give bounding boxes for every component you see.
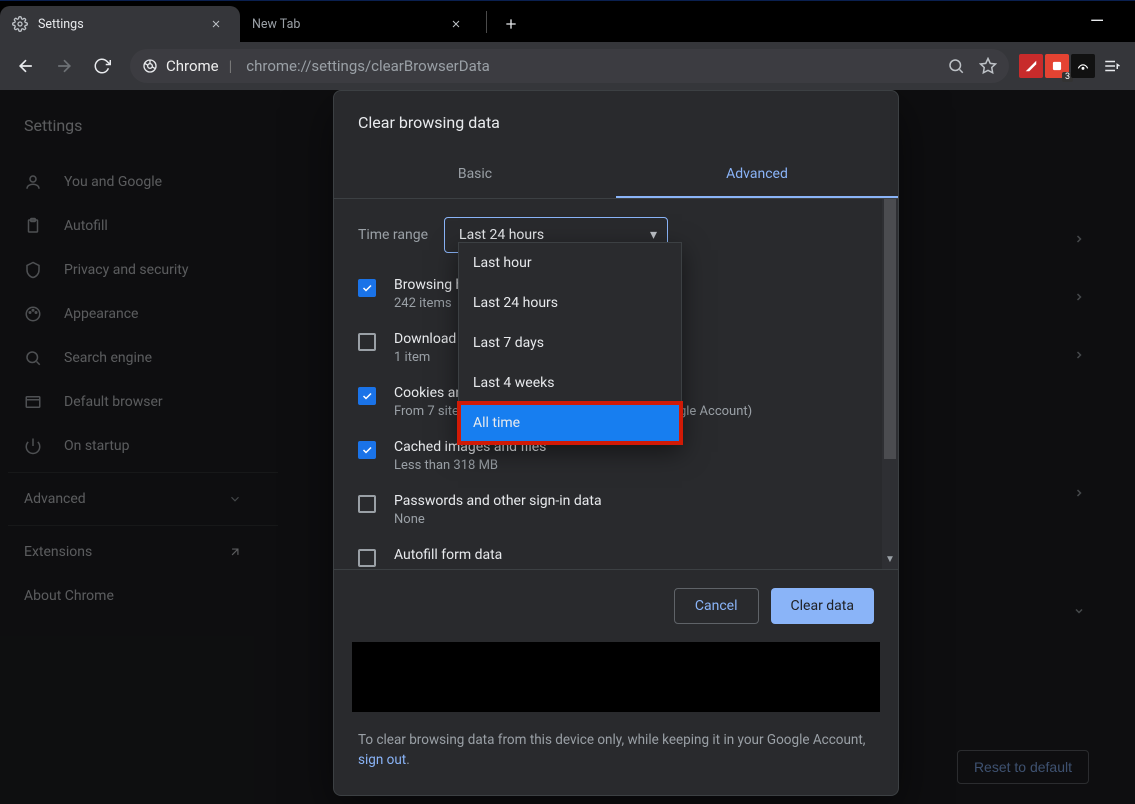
chevron-down-icon: ▾ <box>650 227 657 243</box>
tab-new-tab[interactable]: New Tab <box>240 6 480 42</box>
dropdown-option-highlighted[interactable]: All time <box>459 403 681 443</box>
dropdown-option[interactable]: Last hour <box>459 243 681 283</box>
dropdown-option[interactable]: Last 24 hours <box>459 283 681 323</box>
page: Settings You and Google Autofill Privacy… <box>0 90 1135 804</box>
close-icon[interactable] <box>448 16 464 32</box>
dialog-footer: Cancel Clear data To clear browsing data… <box>334 569 898 795</box>
checkbox[interactable] <box>358 333 376 351</box>
clear-data-button[interactable]: Clear data <box>771 588 874 624</box>
scroll-down-icon[interactable]: ▼ <box>882 551 898 567</box>
bookmark-star-icon[interactable] <box>979 57 997 75</box>
forward-button[interactable] <box>46 48 82 84</box>
minimize-button[interactable]: — <box>1079 11 1115 32</box>
checkbox[interactable] <box>358 441 376 459</box>
dropdown-option[interactable]: Last 7 days <box>459 323 681 363</box>
time-range-label: Time range <box>358 227 428 243</box>
browser-toolbar: Chrome | chrome://settings/clearBrowserD… <box>0 42 1135 90</box>
checkbox[interactable] <box>358 279 376 297</box>
new-tab-button[interactable] <box>497 10 525 38</box>
checkbox[interactable] <box>358 387 376 405</box>
extension-icon[interactable]: 3 <box>1045 54 1069 78</box>
checkbox[interactable] <box>358 549 376 567</box>
omnibox-url: chrome://settings/clearBrowserData <box>246 57 490 75</box>
scroll-thumb[interactable] <box>884 199 896 459</box>
tab-basic[interactable]: Basic <box>334 150 616 198</box>
omnibox[interactable]: Chrome | chrome://settings/clearBrowserD… <box>130 49 1009 83</box>
site-chip-label: Chrome <box>166 57 219 75</box>
sign-out-link[interactable]: sign out <box>358 752 406 768</box>
dialog-tabs: Basic Advanced <box>334 150 898 198</box>
browser-tabstrip: Settings New Tab — <box>0 0 1135 42</box>
row-title: Autofill form data <box>394 547 502 563</box>
dropdown-option[interactable]: Last 4 weeks <box>459 363 681 403</box>
gear-icon <box>12 16 28 32</box>
tab-advanced[interactable]: Advanced <box>616 150 898 198</box>
extension-icon[interactable] <box>1071 54 1095 78</box>
checkbox-row-passwords[interactable]: Passwords and other sign-in data None <box>358 487 866 541</box>
tab-separator <box>486 11 487 33</box>
window-controls: — <box>1079 0 1135 42</box>
checkbox-row-autofill[interactable]: Autofill form data <box>358 541 866 569</box>
scrollbar[interactable]: ▲ ▼ <box>882 199 898 569</box>
time-range-dropdown: Last hour Last 24 hours Last 7 days Last… <box>458 242 682 444</box>
back-button[interactable] <box>8 48 44 84</box>
tab-settings[interactable]: Settings <box>0 6 240 42</box>
site-chip: Chrome | <box>142 57 234 75</box>
reload-button[interactable] <box>84 48 120 84</box>
footer-hint: To clear browsing data from this device … <box>358 730 874 771</box>
row-subtitle: Less than 318 MB <box>394 458 546 473</box>
row-subtitle: None <box>394 512 602 527</box>
extension-icon[interactable] <box>1019 54 1043 78</box>
dialog-title: Clear browsing data <box>334 91 898 132</box>
time-range-value: Last 24 hours <box>459 227 544 243</box>
close-icon[interactable] <box>208 16 224 32</box>
cancel-button[interactable]: Cancel <box>674 588 759 624</box>
tab-title: New Tab <box>252 17 448 32</box>
zoom-search-icon[interactable] <box>947 57 965 75</box>
checkbox[interactable] <box>358 495 376 513</box>
redacted-block <box>352 642 880 712</box>
media-control-icon[interactable] <box>1097 48 1127 84</box>
chrome-logo-icon <box>142 58 158 74</box>
row-title: Passwords and other sign-in data <box>394 493 602 509</box>
tab-title: Settings <box>38 17 208 32</box>
